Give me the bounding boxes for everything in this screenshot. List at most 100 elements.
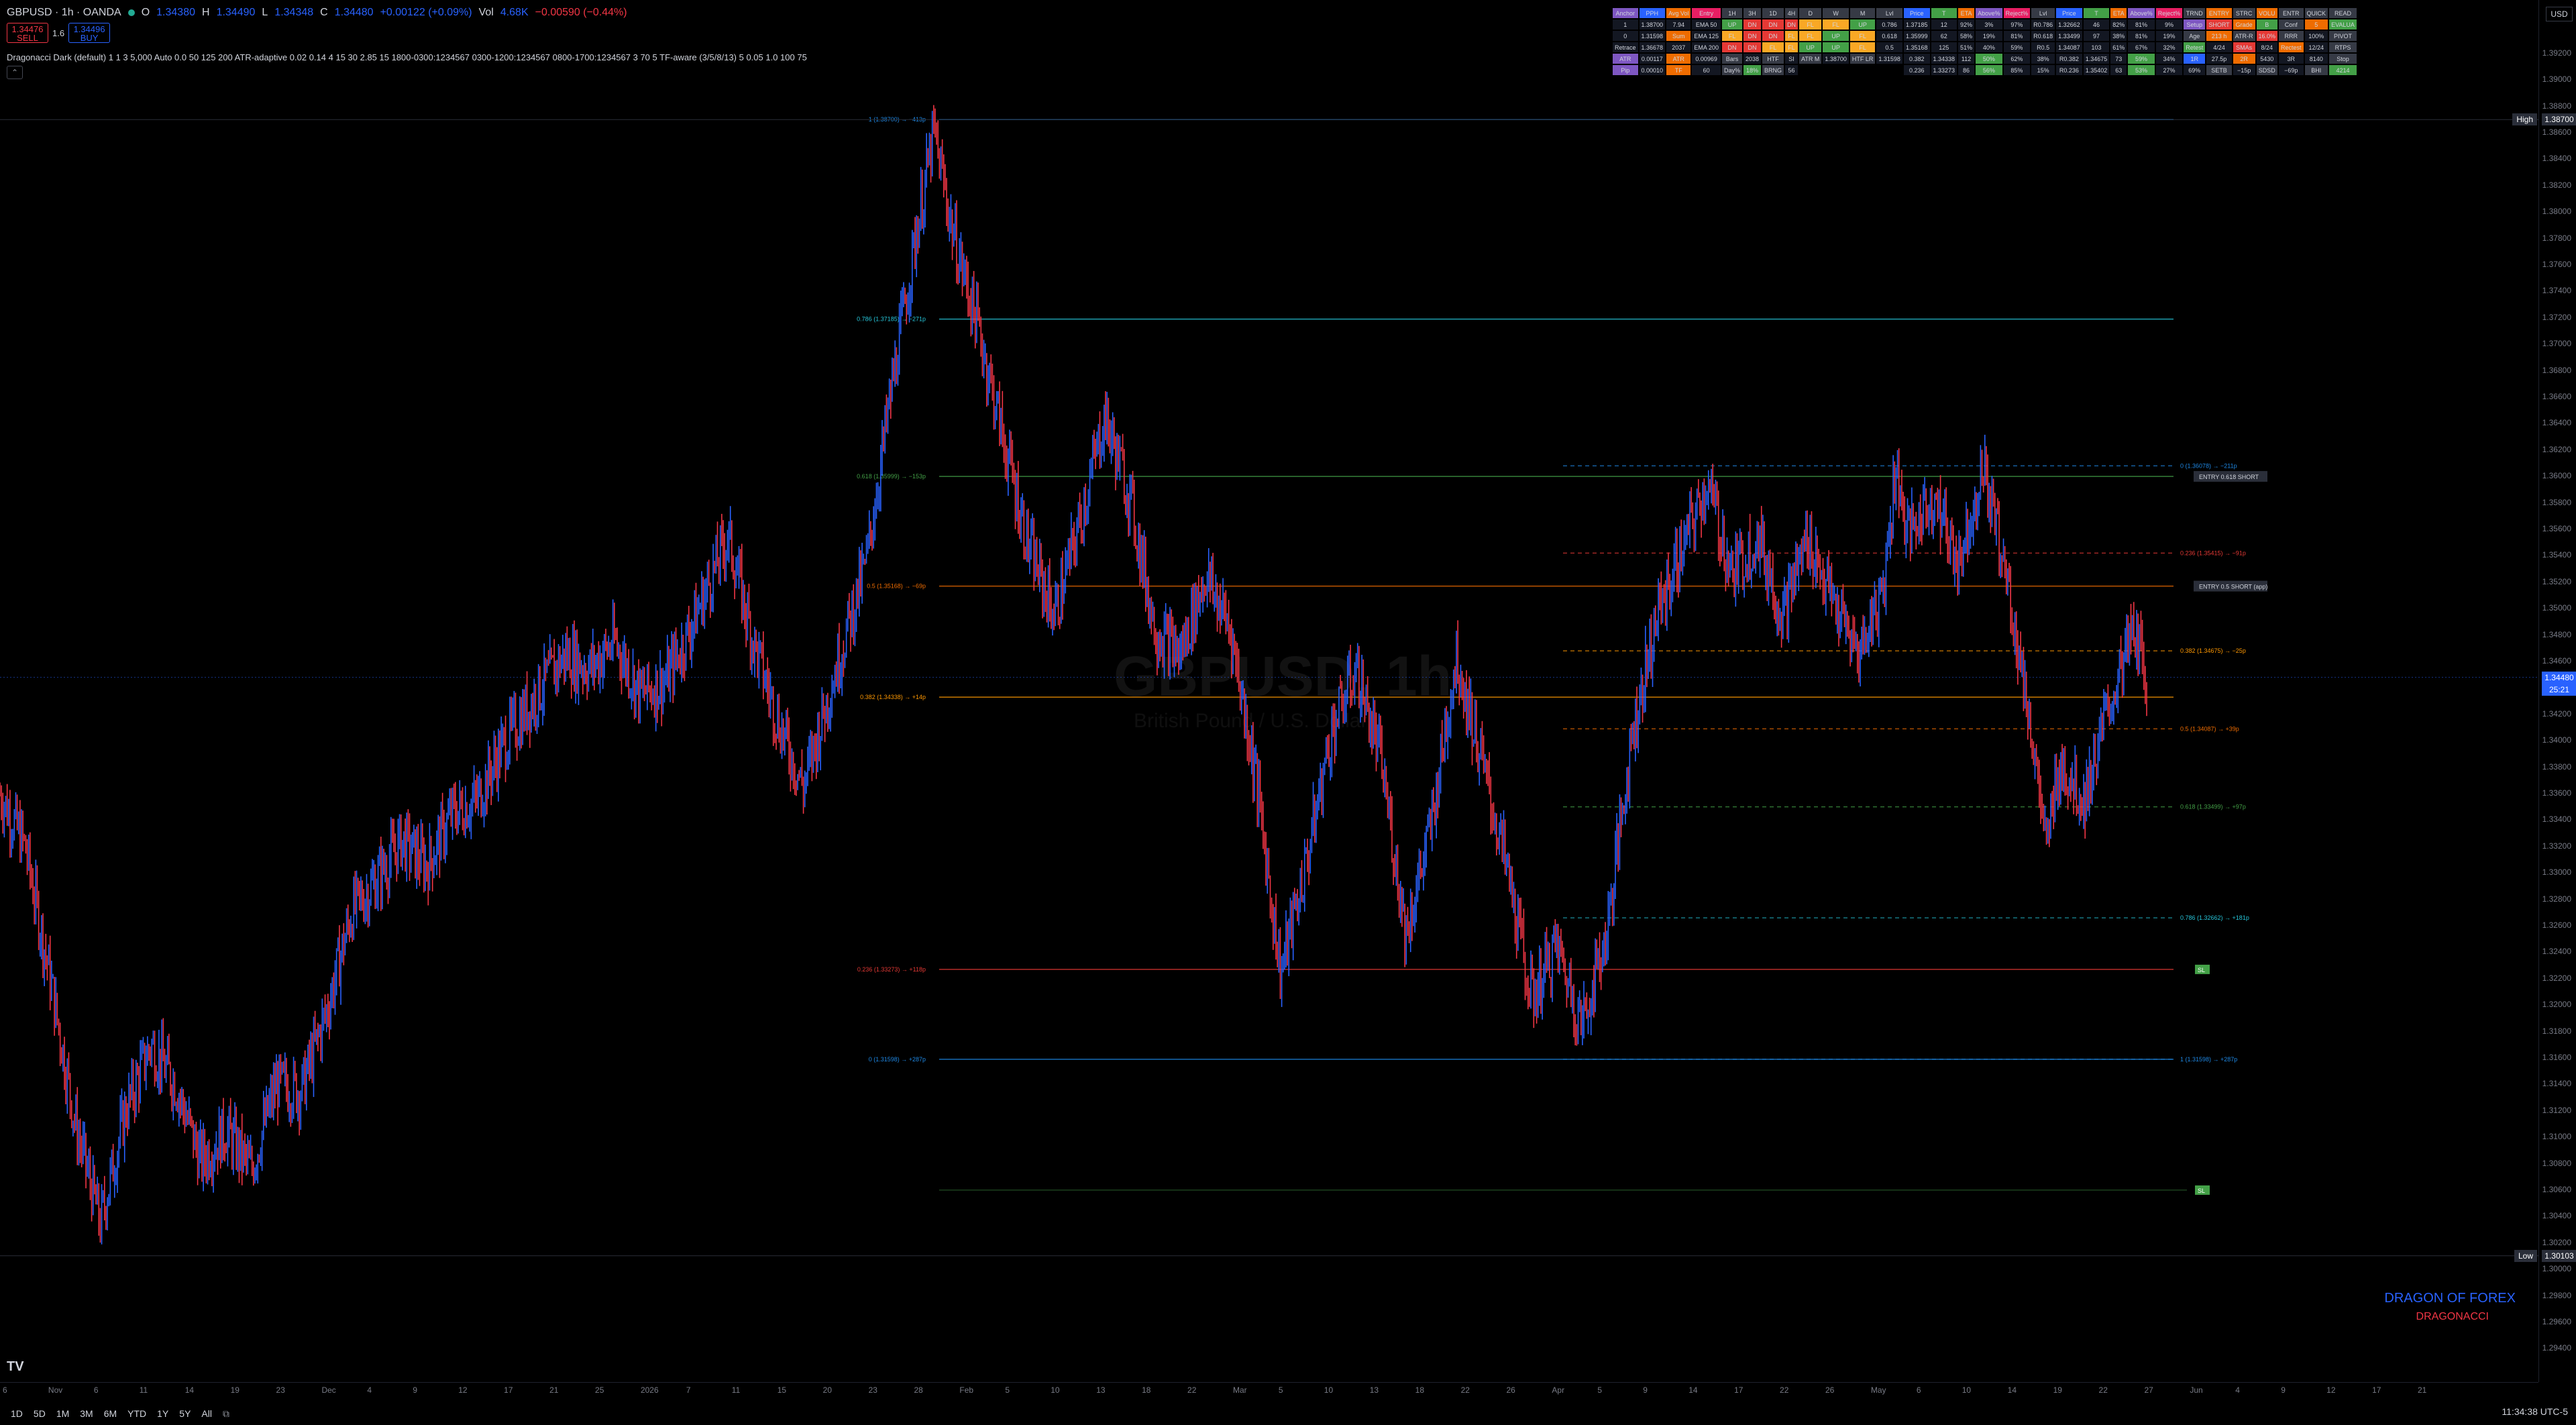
price-tick: 1.35800 [2542, 497, 2571, 507]
brand-subtitle: DRAGONACCI [2416, 1311, 2489, 1322]
range-3m[interactable]: 3M [80, 1408, 93, 1419]
price-tick: 1.30800 [2542, 1158, 2571, 1168]
fib-label-right: 0.618 (1.33499) → +97p [2180, 804, 2246, 810]
sl-tag: SL [2198, 967, 2205, 973]
price-tick: 1.35200 [2542, 576, 2571, 586]
time-tick: 9 [2281, 1385, 2286, 1395]
price-tick: 1.36800 [2542, 365, 2571, 375]
brand-name: DRAGON OF FOREX [2384, 1291, 2516, 1306]
tradingview-logo-icon[interactable]: TV [7, 1359, 24, 1375]
price-tick: 1.29400 [2542, 1343, 2571, 1353]
time-tick: 26 [1825, 1385, 1835, 1395]
price-tick: 1.35600 [2542, 523, 2571, 533]
time-tick: 27 [2144, 1385, 2153, 1395]
price-tick: 1.33600 [2542, 788, 2571, 798]
price-tick: 1.32400 [2542, 947, 2571, 957]
range-1d[interactable]: 1D [11, 1408, 23, 1419]
bottom-toolbar: 1D 5D 1M 3M 6M YTD 1Y 5Y All ⧉ [0, 1402, 2576, 1425]
entry-618-tag: ENTRY 0.618 SHORT [2199, 474, 2259, 480]
price-tick: 1.37400 [2542, 286, 2571, 296]
price-tick: 1.36000 [2542, 471, 2571, 481]
price-tick: 1.33800 [2542, 761, 2571, 772]
price-tick: 1.38400 [2542, 154, 2571, 164]
price-tick: 1.37800 [2542, 233, 2571, 243]
date-range-icon[interactable]: ⧉ [223, 1408, 229, 1420]
price-tick: 1.36200 [2542, 444, 2571, 454]
time-tick: 26 [1506, 1385, 1515, 1395]
range-ytd[interactable]: YTD [127, 1408, 146, 1419]
time-tick: 5 [1005, 1385, 1010, 1395]
fib-label-left: 0.236 (1.33273) → +118p [857, 966, 926, 973]
time-tick: 21 [2418, 1385, 2427, 1395]
price-tick: 1.38000 [2542, 207, 2571, 217]
time-tick: 14 [184, 1385, 195, 1395]
time-axis[interactable]: 6 Nov 6 11 14 19 23 Dec 4 9 12 17 21 25 2026 7 11 15 20 23 2… [0, 1382, 2538, 1399]
price-tick: 1.30400 [2542, 1211, 2571, 1221]
time-tick: 19 [230, 1385, 239, 1395]
time-tick: 14 [2007, 1385, 2017, 1395]
price-tick: 1.29600 [2542, 1316, 2571, 1326]
current-price-label: 1.34480 [2542, 671, 2576, 684]
range-1m[interactable]: 1M [56, 1408, 69, 1419]
time-tick: 20 [822, 1385, 832, 1395]
price-chart[interactable]: 1 (1.38700) → −413p0.786 (1.37185) → −27… [0, 0, 2538, 1382]
price-tick: 1.33000 [2542, 867, 2571, 878]
fib-label-right: 0.786 (1.32662) → +181p [2180, 914, 2249, 921]
clock: 11:34:38 UTC-5 [2502, 1406, 2568, 1417]
fib-label-right: 0.5 (1.34087) → +39p [2180, 725, 2239, 732]
time-tick: 13 [1096, 1385, 1106, 1395]
time-tick: 12 [458, 1385, 468, 1395]
time-tick: 6 [3, 1385, 7, 1395]
time-tick: Nov [48, 1385, 63, 1395]
fib-label-left: 0.618 (1.35999) → −153p [857, 473, 926, 480]
time-tick: Feb [959, 1385, 974, 1395]
range-5y[interactable]: 5Y [179, 1408, 191, 1419]
time-tick: 5 [1597, 1385, 1603, 1395]
time-tick: 17 [1734, 1385, 1743, 1395]
price-axis[interactable]: USD 1.39200 1.39000 1.38800 1.38600 1.38400 1… [2538, 0, 2576, 1382]
entry-05-tag: ENTRY 0.5 SHORT (app) [2199, 584, 2267, 590]
time-tick: 22 [1187, 1385, 1197, 1395]
price-tick: 1.38600 [2542, 127, 2571, 137]
time-tick: 10 [1962, 1385, 1972, 1395]
fib-label-left: 0 (1.31598) → +287p [869, 1056, 926, 1063]
time-tick: 2026 [640, 1385, 659, 1395]
time-tick: 22 [1780, 1385, 1789, 1395]
time-tick: 15 [777, 1385, 787, 1395]
time-tick: 9 [413, 1385, 417, 1395]
time-tick: 23 [276, 1385, 285, 1395]
fib-label-right: 0.236 (1.35415) → −91p [2180, 549, 2246, 556]
fib-label-left: 0.786 (1.37185) → −271p [857, 316, 926, 323]
time-tick: 13 [1369, 1385, 1379, 1395]
price-tick: 1.29800 [2542, 1290, 2571, 1300]
fib-label-right: 0 (1.36078) → −211p [2180, 462, 2237, 469]
bar-countdown: 25:21 [2542, 683, 2576, 696]
price-tick: 1.37000 [2542, 339, 2571, 349]
price-tick: 1.30000 [2542, 1264, 2571, 1274]
time-tick: 4 [367, 1385, 372, 1395]
time-tick: Dec [321, 1385, 336, 1395]
range-5d[interactable]: 5D [34, 1408, 46, 1419]
time-tick: Mar [1232, 1385, 1247, 1395]
time-tick: 7 [686, 1385, 691, 1395]
price-tick: 1.37600 [2542, 259, 2571, 269]
low-price-label: 1.30103 [2542, 1249, 2576, 1262]
price-tick: 1.31600 [2542, 1052, 2571, 1062]
time-tick: 11 [731, 1385, 741, 1395]
high-price-label: 1.38700 [2542, 113, 2576, 126]
price-tick: 1.38200 [2542, 180, 2571, 190]
low-tag: Low [2514, 1249, 2537, 1262]
range-all[interactable]: All [201, 1408, 212, 1419]
time-tick: 4 [2235, 1385, 2240, 1395]
range-6m[interactable]: 6M [104, 1408, 117, 1419]
price-tick: 1.39200 [2542, 48, 2571, 58]
currency-selector[interactable]: USD [2546, 7, 2573, 21]
price-tick: 1.38800 [2542, 101, 2571, 111]
price-tick: 1.31400 [2542, 1079, 2571, 1089]
fib-label-right: 1 (1.31598) → +287p [2180, 1056, 2237, 1063]
range-1y[interactable]: 1Y [157, 1408, 168, 1419]
price-tick: 1.30600 [2542, 1184, 2571, 1194]
time-tick: May [1870, 1385, 1886, 1395]
time-tick: 9 [1643, 1385, 1648, 1395]
price-tick: 1.33400 [2542, 814, 2571, 825]
